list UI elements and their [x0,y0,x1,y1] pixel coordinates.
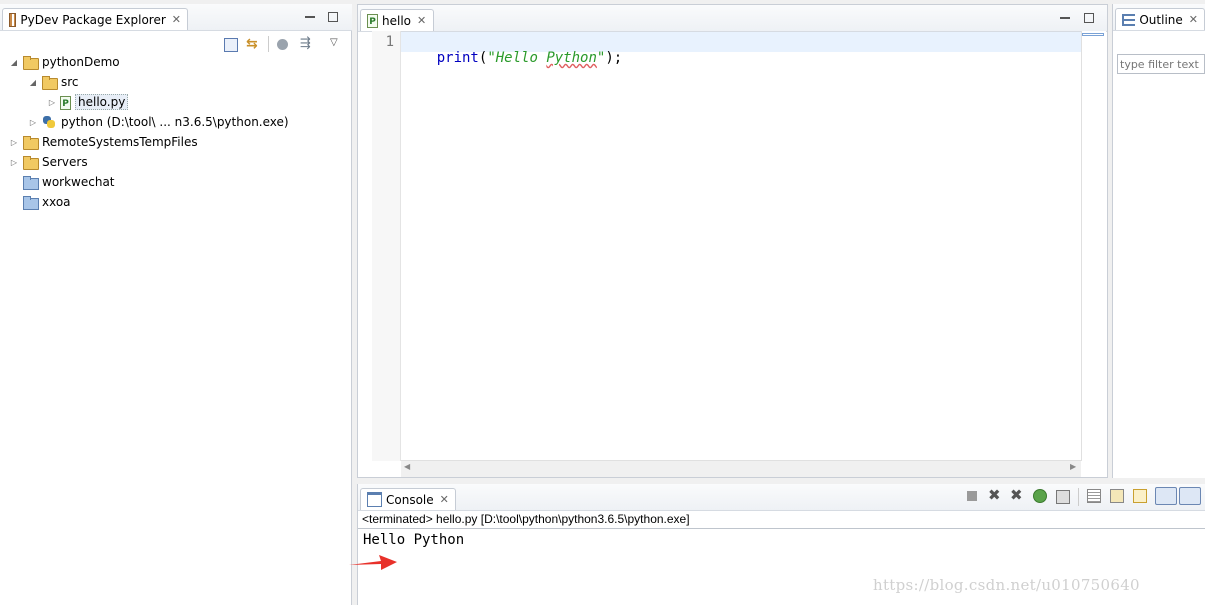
terminate-icon[interactable] [967,491,977,501]
overview-ruler[interactable] [1081,31,1106,461]
package-explorer-icon [9,12,17,27]
tab-hello[interactable]: P hello ✕ [360,9,434,31]
close-icon[interactable]: ✕ [417,14,426,27]
overview-ruler-marker [1082,33,1104,36]
close-icon[interactable]: ✕ [1189,13,1198,26]
folder-icon [22,154,39,170]
folder-icon [22,134,39,150]
close-icon[interactable]: ✕ [172,13,181,26]
tree-item-label: workwechat [42,175,115,189]
python-file-icon: P [367,13,378,28]
display-selected-console-icon[interactable] [1179,487,1201,505]
minimize-button[interactable] [305,12,315,18]
outline-icon [1122,13,1136,26]
code-string-open-quote: " [487,50,496,66]
code-keyword-print: print [436,50,479,66]
remove-all-terminated-icon[interactable]: ✖ [1010,488,1024,503]
tree-item-label: python (D:\tool\ ... n3.6.5\python.exe) [61,115,289,129]
scroll-lock-icon[interactable] [1110,489,1124,503]
tree-item-hello-py[interactable]: ▷ P hello.py [46,92,129,112]
project-folder-icon [22,54,39,70]
maximize-button[interactable] [1084,13,1094,23]
python-file-icon: P [60,95,71,110]
tree-item-pythonDemo[interactable]: ◢ pythonDemo [8,52,120,72]
tree-item-label: Servers [42,155,88,169]
code-close-paren: ); [605,50,623,66]
tree-item-label: hello.py [75,94,129,110]
tree-item-label: xxoa [42,195,71,209]
tab-outline[interactable]: Outline ✕ [1115,8,1205,30]
toolbar-separator [268,36,269,52]
scroll-left-arrow-icon[interactable]: ◀ [404,462,410,471]
collapsed-arrow-icon[interactable]: ▷ [8,158,20,167]
horizontal-scrollbar[interactable] [401,460,1081,477]
editor-tabbar [358,5,1107,32]
tree-item-remotesystemstempfiles[interactable]: ▷ RemoteSystemsTempFiles [8,132,198,152]
code-string-spellcheck-word: Python [546,50,597,66]
scroll-right-arrow-icon[interactable]: ▶ [1070,462,1076,471]
link-with-editor-icon[interactable]: ⇆ [246,37,260,51]
clear-console-icon[interactable] [1087,489,1101,503]
tab-package-explorer[interactable]: PyDev Package Explorer ✕ [2,8,188,30]
tree-item-xxoa[interactable]: xxoa [8,192,71,212]
code-string-part: Hello [495,50,547,66]
package-explorer-panel: PyDev Package Explorer ✕ ⇆ ⇶ ▽ ◢ pythonD… [0,4,352,605]
console-status: <terminated> hello.py [D:\tool\python\py… [362,512,690,526]
outline-filter-input[interactable] [1117,54,1205,74]
annotation-arrow-icon [349,555,397,570]
maximize-button[interactable] [328,12,338,22]
tree-item-src[interactable]: ◢ src [27,72,79,92]
console-status-divider [358,528,1205,529]
closed-project-icon [22,194,39,210]
debug-run-icon[interactable] [1033,489,1047,503]
pin-console-icon[interactable] [1155,487,1177,505]
expanded-arrow-icon[interactable]: ◢ [8,58,20,67]
closed-project-icon [22,174,39,190]
tab-outline-label: Outline [1139,12,1183,27]
minimize-button[interactable] [1060,13,1070,19]
tree-item-label: pythonDemo [42,55,120,69]
tab-console-label: Console [386,492,434,507]
console-icon [367,492,382,507]
tab-package-explorer-label: PyDev Package Explorer [20,12,166,27]
collapse-all-icon[interactable] [224,38,238,52]
tree-item-workwechat[interactable]: workwechat [8,172,115,192]
collapsed-arrow-icon[interactable]: ▷ [46,98,58,107]
filters-icon[interactable] [277,39,288,50]
editor-panel: P hello ✕ 1 print("Hello Python"); ◀ ▶ [357,4,1108,478]
tree-item-label: RemoteSystemsTempFiles [42,135,198,149]
tab-hello-label: hello [382,13,411,28]
expanded-arrow-icon[interactable]: ◢ [27,78,39,87]
tree-item-python-interpreter[interactable]: ▷ python (D:\tool\ ... n3.6.5\python.exe… [27,112,289,132]
close-icon[interactable]: ✕ [440,493,449,506]
view-menu-chevron-down-icon[interactable]: ▽ [330,37,344,51]
python-interpreter-icon [41,114,57,130]
line-number-gutter [372,31,401,461]
word-wrap-icon[interactable] [1133,489,1147,503]
customize-view-icon[interactable]: ⇶ [300,37,314,51]
watermark: https://blog.csdn.net/u010750640 [873,576,1140,594]
toolbar-separator [1078,488,1079,506]
tree-item-label: src [61,75,79,89]
code-line-1[interactable]: print("Hello Python"); [403,34,622,82]
tree-item-servers[interactable]: ▷ Servers [8,152,88,172]
remove-launch-icon[interactable]: ✖ [988,488,1002,503]
outline-panel: Outline ✕ [1112,4,1205,478]
console-output: Hello Python [363,532,465,548]
tab-console[interactable]: Console ✕ [360,488,456,510]
source-folder-icon [41,74,58,90]
line-number: 1 [385,34,394,50]
collapsed-arrow-icon[interactable]: ▷ [27,118,39,127]
collapsed-arrow-icon[interactable]: ▷ [8,138,20,147]
copy-icon[interactable] [1056,490,1070,504]
